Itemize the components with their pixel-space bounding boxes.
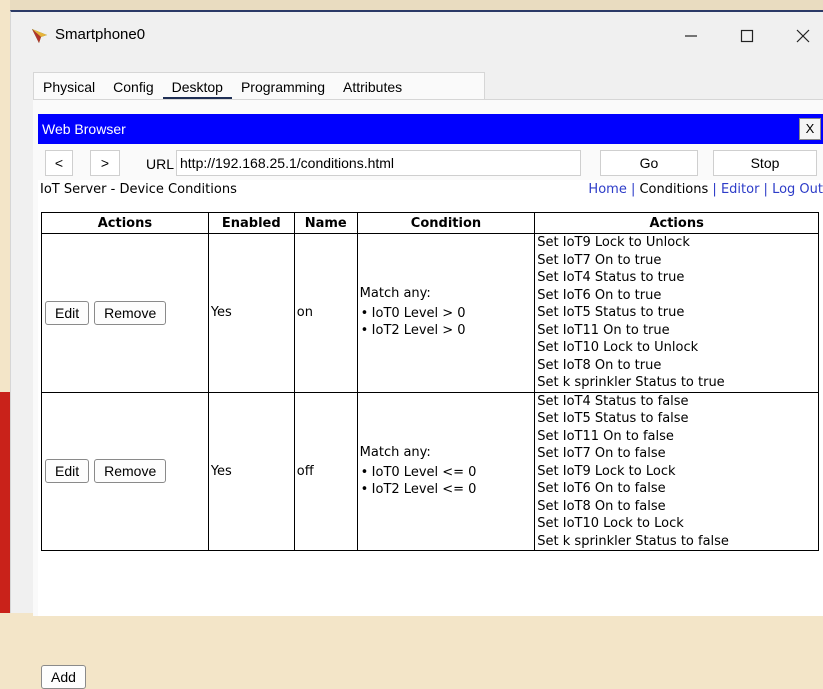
row-action-buttons: Edit Remove xyxy=(41,391,209,551)
desktop-red-strip xyxy=(0,392,10,613)
edit-button[interactable]: Edit xyxy=(45,459,90,484)
nav-separator: | xyxy=(759,182,773,197)
condition-heading: Match any: xyxy=(359,286,431,302)
conditions-link-current: Conditions xyxy=(639,182,709,197)
tab-bar: Physical Config Desktop Programming Attr… xyxy=(33,72,485,100)
editor-link[interactable]: Editor xyxy=(721,182,759,197)
action-item: Set IoT4 Status to true xyxy=(537,270,685,285)
action-item: Set IoT7 On to true xyxy=(537,252,662,268)
action-item: Set k sprinkler Status to true xyxy=(537,375,725,390)
action-item: Set IoT8 On to false xyxy=(537,498,666,514)
window-title: Smartphone0 xyxy=(55,26,146,43)
minimize-button[interactable] xyxy=(669,20,713,52)
action-item: Set IoT11 On to true xyxy=(537,322,670,338)
condition-item: IoT0 Level <= 0 xyxy=(361,464,533,481)
stop-button[interactable]: Stop xyxy=(713,150,817,176)
back-button[interactable]: < xyxy=(45,150,73,176)
packet-tracer-app-icon xyxy=(32,29,47,43)
maximize-button[interactable] xyxy=(725,20,769,52)
conditions-table: Actions Enabled Name Condition Actions E… xyxy=(41,212,819,551)
actions-list-cell: Set IoT4 Status to false Set IoT5 Status… xyxy=(534,391,819,551)
nav-separator: | xyxy=(626,182,640,197)
web-browser-title: Web Browser xyxy=(42,121,126,137)
row-action-buttons: Edit Remove xyxy=(41,233,209,393)
action-item: Set IoT4 Status to false xyxy=(537,393,689,409)
column-header-actions: Actions xyxy=(41,212,209,234)
action-item: Set IoT10 Lock to Lock xyxy=(537,516,684,531)
action-item: Set IoT7 On to false xyxy=(537,446,666,461)
condition-cell: Match any: IoT0 Level <= 0 IoT2 Level <=… xyxy=(356,391,536,551)
nav-separator: | xyxy=(708,182,721,197)
tab-attributes[interactable]: Attributes xyxy=(334,73,411,100)
actions-list-cell: Set IoT9 Lock to Unlock Set IoT7 On to t… xyxy=(534,233,819,393)
desktop-content: Web Browser X < > URL Go Stop IoT Server… xyxy=(33,99,823,689)
home-link[interactable]: Home xyxy=(588,182,626,197)
column-header-condition: Condition xyxy=(356,212,536,234)
table-row: Edit Remove Yes on Match any: IoT0 Level… xyxy=(41,233,819,393)
page-title: IoT Server - Device Conditions xyxy=(40,182,237,197)
action-item: Set IoT8 On to true xyxy=(537,357,662,373)
action-item: Set IoT5 Status to false xyxy=(537,411,689,426)
condition-item: IoT2 Level > 0 xyxy=(361,322,533,339)
table-row: Edit Remove Yes off Match any: IoT0 Leve… xyxy=(41,391,819,551)
tab-physical[interactable]: Physical xyxy=(34,73,104,100)
column-header-enabled: Enabled xyxy=(207,212,295,234)
action-item: Set IoT11 On to false xyxy=(537,428,674,444)
close-button[interactable] xyxy=(781,20,823,52)
browser-page: IoT Server - Device Conditions Home | Co… xyxy=(38,180,823,689)
action-item: Set IoT6 On to false xyxy=(537,481,666,496)
edit-button[interactable]: Edit xyxy=(45,300,90,325)
condition-heading: Match any: xyxy=(359,444,431,460)
forward-button[interactable]: > xyxy=(90,150,120,176)
logout-link[interactable]: Log Out xyxy=(772,182,823,197)
browser-nav-bar: < > URL Go Stop xyxy=(38,147,823,179)
condition-item: IoT2 Level <= 0 xyxy=(361,481,533,498)
url-input[interactable] xyxy=(176,150,581,176)
maximize-icon xyxy=(740,29,754,43)
action-item: Set IoT6 On to true xyxy=(537,287,662,303)
title-bar: Smartphone0 xyxy=(11,12,823,60)
condition-item: IoT0 Level > 0 xyxy=(361,305,533,322)
url-label: URL xyxy=(146,156,175,172)
remove-button[interactable]: Remove xyxy=(94,300,167,325)
web-browser-close-button[interactable]: X xyxy=(799,118,821,140)
go-button[interactable]: Go xyxy=(600,150,698,176)
close-icon xyxy=(796,29,810,43)
app-window: Smartphone0 Physical Config Desktop Prog… xyxy=(10,10,823,689)
remove-button[interactable]: Remove xyxy=(94,459,167,484)
action-item: Set IoT10 Lock to Unlock xyxy=(537,340,699,355)
condition-cell: Match any: IoT0 Level > 0 IoT2 Level > 0 xyxy=(356,233,536,393)
action-item: Set IoT9 Lock to Unlock xyxy=(537,235,690,250)
web-browser-title-bar: Web Browser X xyxy=(38,114,823,144)
name-cell: on xyxy=(293,233,358,393)
page-nav: Home | Conditions | Editor | Log Out xyxy=(588,182,823,197)
column-header-name: Name xyxy=(293,212,358,234)
table-header-row: Actions Enabled Name Condition Actions xyxy=(41,212,819,234)
tab-desktop[interactable]: Desktop xyxy=(162,73,232,100)
tab-config[interactable]: Config xyxy=(104,73,162,100)
tab-programming[interactable]: Programming xyxy=(232,73,334,100)
minimize-icon xyxy=(685,35,697,37)
name-cell: off xyxy=(293,391,358,551)
action-item: Set k sprinkler Status to false xyxy=(537,533,729,549)
action-item: Set IoT5 Status to true xyxy=(537,305,685,320)
enabled-cell: Yes xyxy=(207,391,295,551)
add-condition-button[interactable]: Add xyxy=(41,665,86,689)
action-item: Set IoT9 Lock to Lock xyxy=(537,463,676,479)
enabled-cell: Yes xyxy=(207,233,295,393)
column-header-actions-list: Actions xyxy=(534,212,819,234)
